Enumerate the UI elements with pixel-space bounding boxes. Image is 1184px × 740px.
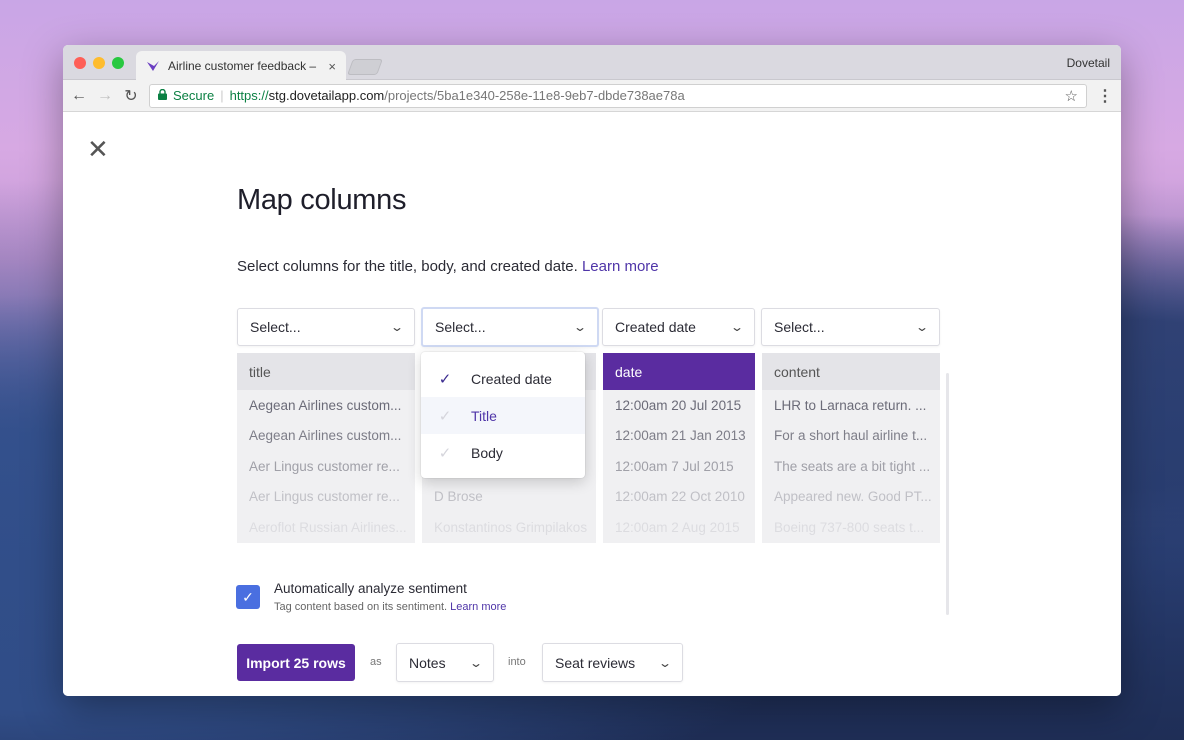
forward-icon[interactable]: →	[97, 87, 113, 105]
sentiment-sublabel: Tag content based on its sentiment. Lear…	[274, 601, 506, 613]
subtitle-text: Select columns for the title, body, and …	[237, 258, 578, 275]
bookmark-star-icon[interactable]: ☆	[1065, 87, 1078, 105]
project-target-select[interactable]: Seat reviews ⌄	[542, 643, 683, 682]
address-separator: |	[220, 88, 224, 103]
column-cell: Aer Lingus customer re...	[249, 489, 400, 505]
secure-label: Secure	[173, 88, 215, 103]
into-label: into	[508, 656, 526, 668]
url-path: /projects/5ba1e340-258e-11e8-9eb7-dbde73…	[384, 88, 685, 103]
check-icon: ✓	[438, 444, 452, 462]
column-1-select-value: Select...	[250, 319, 301, 335]
lock-icon	[158, 88, 167, 103]
chevron-down-icon: ⌄	[729, 320, 745, 334]
column-cell: 12:00am 2 Aug 2015	[615, 519, 740, 535]
column-cell: D Brose	[434, 489, 483, 505]
column-cell: The seats are a bit tight ...	[774, 458, 931, 474]
page-content: ✕ Map columns Select columns for the tit…	[63, 112, 1121, 696]
url-host: stg.dovetailapp.com	[268, 88, 385, 103]
back-icon[interactable]: ←	[71, 87, 87, 105]
column-1-preview: title Aegean Airlines custom... Aegean A…	[237, 353, 415, 543]
chevron-down-icon: ⌄	[914, 320, 930, 334]
dropdown-option-label: Title	[471, 407, 497, 424]
column-3-select-value: Created date	[615, 319, 696, 335]
as-label: as	[370, 656, 382, 668]
column-header: title	[237, 353, 415, 390]
address-bar[interactable]: Secure | https://stg.dovetailapp.com/pro…	[149, 83, 1087, 108]
column-cell: For a short haul airline t...	[774, 428, 928, 444]
minimize-window-button[interactable]	[93, 57, 105, 69]
column-header: date	[603, 353, 755, 390]
column-cell: 12:00am 7 Jul 2015	[615, 458, 734, 474]
tab-close-icon[interactable]: ×	[328, 59, 336, 74]
dropdown-option-title[interactable]: ✓ Title	[421, 397, 585, 434]
zoom-window-button[interactable]	[112, 57, 124, 69]
import-button[interactable]: Import 25 rows	[237, 644, 355, 681]
chevron-down-icon: ⌄	[657, 655, 673, 670]
sentiment-sublabel-text: Tag content based on its sentiment.	[274, 601, 448, 613]
window-controls	[74, 57, 124, 69]
check-icon: ✓	[438, 407, 452, 425]
dropdown-option-body[interactable]: ✓ Body	[421, 434, 585, 471]
chevron-down-icon: ⌄	[468, 655, 484, 670]
tab-title: Airline customer feedback – Do	[168, 59, 321, 73]
column-header: content	[762, 353, 940, 390]
column-cell: 12:00am 20 Jul 2015	[615, 397, 742, 413]
column-cell: 12:00am 22 Oct 2010	[615, 489, 745, 505]
url-scheme: https://	[229, 88, 269, 103]
check-icon: ✓	[438, 370, 452, 388]
dovetail-favicon-icon	[146, 59, 160, 73]
chevron-down-icon: ⌄	[572, 320, 588, 334]
column-cell: Appeared new. Good PT...	[774, 489, 932, 505]
column-4-preview: content LHR to Larnaca return. ... For a…	[762, 353, 940, 543]
sentiment-learn-more-link[interactable]: Learn more	[450, 601, 506, 613]
browser-window: Airline customer feedback – Do × Dovetai…	[63, 45, 1121, 696]
column-cell: 12:00am 21 Jan 2013	[615, 428, 746, 444]
browser-toolbar: ← → ↻ Secure | https://stg.dovetailapp.c…	[63, 80, 1121, 112]
browser-menu-icon[interactable]: ⋮	[1097, 86, 1113, 106]
note-type-select[interactable]: Notes ⌄	[396, 643, 494, 682]
close-icon[interactable]: ✕	[87, 136, 109, 162]
column-cell: Boeing 737-800 seats t...	[774, 519, 925, 535]
page-subtitle: Select columns for the title, body, and …	[237, 258, 659, 275]
browser-tab[interactable]: Airline customer feedback – Do ×	[136, 51, 346, 81]
column-cell: Konstantinos Grimpilakos	[434, 519, 588, 535]
dropdown-option-created-date[interactable]: ✓ Created date	[421, 360, 585, 397]
close-window-button[interactable]	[74, 57, 86, 69]
page-title: Map columns	[237, 184, 407, 216]
profile-name[interactable]: Dovetail	[1067, 56, 1110, 70]
column-cell: Aegean Airlines custom...	[249, 428, 402, 444]
column-cell: Aeroflot Russian Airlines...	[249, 519, 407, 535]
dropdown-option-label: Created date	[471, 370, 552, 387]
tab-bar: Airline customer feedback – Do × Dovetai…	[63, 45, 1121, 81]
column-3-preview: date 12:00am 20 Jul 2015 12:00am 21 Jan …	[603, 353, 755, 543]
chevron-down-icon: ⌄	[389, 320, 405, 334]
column-2-select[interactable]: Select... ⌄	[421, 307, 599, 347]
column-3-select[interactable]: Created date ⌄	[602, 308, 755, 346]
column-2-select-value: Select...	[435, 319, 486, 335]
column-cell: LHR to Larnaca return. ...	[774, 397, 927, 413]
columns-scrollbar[interactable]	[946, 373, 949, 615]
column-4-select[interactable]: Select... ⌄	[761, 308, 940, 346]
column-4-select-value: Select...	[774, 319, 825, 335]
column-cell: Aer Lingus customer re...	[249, 458, 400, 474]
note-type-value: Notes	[409, 654, 446, 671]
column-cell: Aegean Airlines custom...	[249, 397, 402, 413]
column-type-dropdown: ✓ Created date ✓ Title ✓ Body	[421, 352, 585, 478]
check-icon: ✓	[242, 588, 254, 605]
dropdown-option-label: Body	[471, 444, 503, 461]
sentiment-label: Automatically analyze sentiment	[274, 581, 467, 596]
project-target-value: Seat reviews	[555, 654, 636, 671]
new-tab-button[interactable]	[347, 59, 383, 75]
column-1-select[interactable]: Select... ⌄	[237, 308, 415, 346]
reload-icon[interactable]: ↻	[123, 86, 139, 106]
sentiment-checkbox[interactable]: ✓	[236, 585, 260, 609]
url-text: https://stg.dovetailapp.com/projects/5ba…	[230, 88, 1059, 103]
learn-more-link[interactable]: Learn more	[582, 258, 659, 275]
